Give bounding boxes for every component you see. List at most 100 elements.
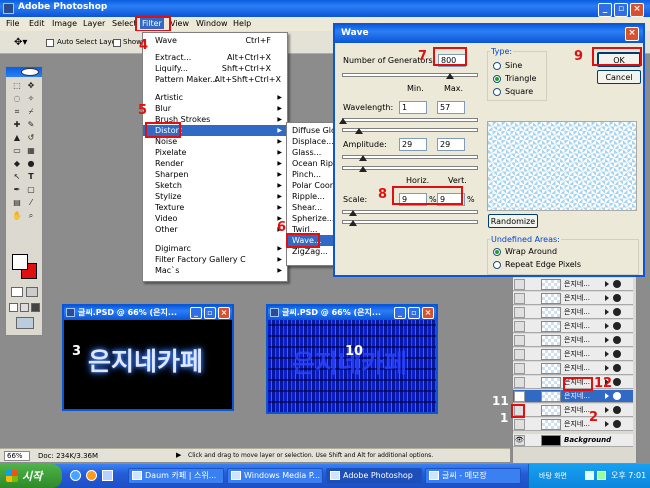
filter-texture[interactable]: Texture ▶ <box>143 202 287 213</box>
filter-stylize[interactable]: Stylize ▶ <box>143 191 287 202</box>
document-window-2[interactable]: 글씨.PSD @ 66% (은지... _ ▫ × 은지네카페 <box>266 304 438 414</box>
standard-mode-button[interactable] <box>11 287 23 297</box>
maximize-button[interactable]: ▫ <box>614 3 628 17</box>
document-2-minimize[interactable]: _ <box>394 307 406 319</box>
tool-eraser[interactable]: ▭ <box>12 146 22 155</box>
screen-mode-2[interactable] <box>20 303 29 312</box>
tool-shape[interactable]: ▢ <box>26 185 36 194</box>
document-window-1[interactable]: 글씨.PSD @ 66% (은지... _ ▫ × 은지네카페 <box>62 304 234 411</box>
move-tool-icon[interactable]: ✥▾ <box>14 37 27 48</box>
tool-healing[interactable]: ✚ <box>12 120 22 129</box>
layer-row-background[interactable]: 👁 Background <box>513 434 633 447</box>
menu-help[interactable]: Help <box>233 19 251 28</box>
tray-network-icon[interactable] <box>597 471 606 480</box>
tool-stamp[interactable]: ▲ <box>12 133 22 142</box>
menu-edit[interactable]: Edit <box>29 19 45 28</box>
tool-path-select[interactable]: ↖ <box>12 172 22 181</box>
tool-eyedropper[interactable]: ⁄ <box>26 198 36 207</box>
layer-expand-icon[interactable] <box>605 337 609 343</box>
taskbar-item-notepad[interactable]: 글씨 - 메모장 <box>425 468 521 484</box>
filter-last-wave[interactable]: Wave Ctrl+F <box>143 35 287 46</box>
menu-file[interactable]: File <box>6 19 19 28</box>
tool-notes[interactable]: ▤ <box>12 198 22 207</box>
tool-pen[interactable]: ✒ <box>12 185 22 194</box>
layer-visibility-icon[interactable] <box>514 363 525 374</box>
minimize-button[interactable]: _ <box>598 3 612 17</box>
layer-visibility-icon[interactable] <box>514 293 525 304</box>
layer-expand-icon[interactable] <box>605 323 609 329</box>
filter-video[interactable]: Video ▶ <box>143 213 287 224</box>
layer-row-7[interactable]: 은지네... <box>513 362 633 375</box>
tool-crop[interactable]: ⌗ <box>12 107 22 116</box>
menu-view[interactable]: View <box>170 19 189 28</box>
jump-to-imageready[interactable] <box>16 317 34 329</box>
layer-visibility-icon[interactable] <box>514 349 525 360</box>
document-1-titlebar[interactable]: 글씨.PSD @ 66% (은지... _ ▫ × <box>64 306 232 320</box>
layer-expand-icon[interactable] <box>605 421 609 427</box>
status-arrow-icon[interactable]: ▶ <box>176 451 181 459</box>
layer-row-2[interactable]: 은지네... <box>513 292 633 305</box>
filter-sketch[interactable]: Sketch ▶ <box>143 180 287 191</box>
filter-sharpen[interactable]: Sharpen ▶ <box>143 169 287 180</box>
filter-pattern-maker[interactable]: Pattern Maker... Alt+Shft+Ctrl+X <box>143 74 287 85</box>
scale-vert-slider[interactable] <box>342 220 478 224</box>
document-1-close[interactable]: × <box>218 307 230 319</box>
menu-image[interactable]: Image <box>52 19 77 28</box>
wavelength-max-input[interactable]: 57 <box>437 101 465 114</box>
taskbar-item-daum[interactable]: Daum 카페 | 스위... <box>128 468 224 484</box>
layer-expand-icon[interactable] <box>605 351 609 357</box>
tool-brush[interactable]: ✎ <box>26 120 36 129</box>
filter-digimarc[interactable]: Digimarc ▶ <box>143 243 287 254</box>
repeat-edge-radio[interactable] <box>493 261 501 269</box>
foreground-color-swatch[interactable] <box>12 254 28 270</box>
menu-window[interactable]: Window <box>196 19 228 28</box>
layer-visibility-eye-icon[interactable]: 👁 <box>514 435 525 446</box>
quicklaunch-desktop-icon[interactable] <box>102 470 113 481</box>
layer-expand-icon[interactable] <box>605 295 609 301</box>
filter-render[interactable]: Render ▶ <box>143 158 287 169</box>
layer-row-4[interactable]: 은지네... <box>513 320 633 333</box>
amplitude-max-thumb[interactable] <box>359 166 367 172</box>
type-square-radio[interactable] <box>493 88 501 96</box>
type-triangle-radio[interactable] <box>493 75 501 83</box>
layer-row-selected[interactable]: 👁 은지네... <box>513 390 633 403</box>
document-1-maximize[interactable]: ▫ <box>204 307 216 319</box>
document-1-minimize[interactable]: _ <box>190 307 202 319</box>
show-checkbox[interactable] <box>113 39 121 47</box>
wavelength-min-thumb[interactable] <box>339 118 347 124</box>
tool-blur[interactable]: ◆ <box>12 159 22 168</box>
layer-expand-icon[interactable] <box>605 281 609 287</box>
layer-expand-icon[interactable] <box>605 365 609 371</box>
layer-row-11[interactable]: 은지네... <box>513 418 633 431</box>
wave-dialog-titlebar[interactable]: Wave × <box>335 25 643 43</box>
tool-magic-wand[interactable]: ✧ <box>26 94 36 103</box>
start-button[interactable]: 시작 <box>0 464 62 488</box>
tool-dodge[interactable]: ● <box>26 159 36 168</box>
tool-slice[interactable]: ⌿ <box>26 107 36 116</box>
tool-type[interactable]: T <box>26 172 36 181</box>
filter-pixelate[interactable]: Pixelate ▶ <box>143 147 287 158</box>
zoom-field[interactable]: 66% <box>4 451 30 461</box>
filter-factory-gallery[interactable]: Filter Factory Gallery C ▶ <box>143 254 287 265</box>
type-sine-radio[interactable] <box>493 62 501 70</box>
layer-visibility-eye-icon[interactable]: 👁 <box>514 391 525 402</box>
wrap-around-radio[interactable] <box>493 248 501 256</box>
generators-slider[interactable] <box>342 73 478 77</box>
document-2-titlebar[interactable]: 글씨.PSD @ 66% (은지... _ ▫ × <box>268 306 436 320</box>
filter-macs[interactable]: Mac`s ▶ <box>143 265 287 276</box>
close-button[interactable]: × <box>630 3 644 17</box>
wavelength-max-thumb[interactable] <box>355 128 363 134</box>
layer-row-10[interactable]: 은지네... <box>513 404 633 417</box>
screen-mode-3[interactable] <box>31 303 40 312</box>
layer-row-5[interactable]: 은지네... <box>513 334 633 347</box>
tool-history-brush[interactable]: ↺ <box>26 133 36 142</box>
app-title-bar[interactable]: Adobe Photoshop _ ▫ × <box>0 0 650 17</box>
auto-select-checkbox[interactable] <box>46 39 54 47</box>
tool-zoom[interactable]: ⌕ <box>26 211 36 220</box>
wavelength-min-input[interactable]: 1 <box>399 101 427 114</box>
filter-artistic[interactable]: Artistic ▶ <box>143 92 287 103</box>
cancel-button[interactable]: Cancel <box>597 70 641 84</box>
menu-select[interactable]: Select <box>112 19 137 28</box>
layer-visibility-icon[interactable] <box>514 419 525 430</box>
amplitude-min-thumb[interactable] <box>359 155 367 161</box>
